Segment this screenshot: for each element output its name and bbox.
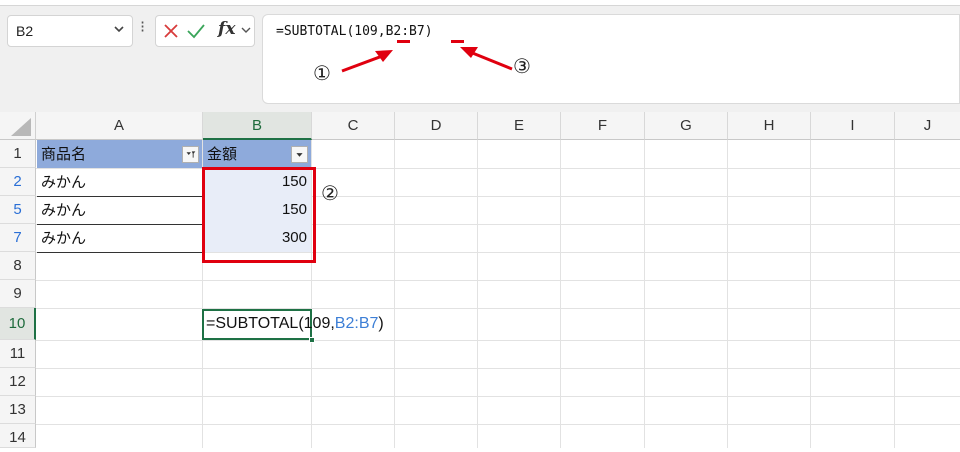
enter-checkmark-icon[interactable] [186,22,206,40]
gridline [810,140,811,448]
cancel-icon[interactable] [162,22,180,40]
name-box-value: B2 [16,23,34,39]
column-header-e[interactable]: E [478,112,561,140]
gridline [36,396,960,397]
table-header-label: 金額 [207,145,238,163]
row-header-5[interactable]: 5 [0,196,36,224]
table-header-label: 商品名 [41,145,87,163]
column-header-d[interactable]: D [395,112,478,140]
row-header-14[interactable]: 14 [0,424,36,448]
gridline [477,140,478,448]
row-header-7[interactable]: 7 [0,224,36,252]
gridline [560,140,561,448]
table-row-divider [37,252,202,253]
table-cell-product[interactable]: みかん [37,168,202,196]
table-row-divider [37,224,202,225]
row-header-11[interactable]: 11 [0,340,36,368]
gridline [36,424,960,425]
chevron-down-icon[interactable] [240,24,252,36]
formula-input[interactable]: =SUBTOTAL(109,B2:B7) [262,14,960,104]
edit-close: ) [378,315,384,332]
formula-bar-area: B2 ⁝ fx =SUBTOTAL(109,B2:B7) [0,0,960,112]
edit-range-ref: B2:B7 [334,315,379,332]
formula-text: =SUBTOTAL(109,B2:B7) [276,24,433,39]
column-header-j[interactable]: J [895,112,960,140]
more-options-icon[interactable]: ⁝ [140,17,145,36]
name-box[interactable]: B2 [7,15,133,47]
gridline [36,368,960,369]
row-header-2[interactable]: 2 [0,168,36,196]
filter-applied-icon[interactable] [182,146,199,163]
column-header-f[interactable]: F [561,112,645,140]
select-all-button[interactable] [0,112,36,140]
fill-handle[interactable] [309,337,315,343]
column-header-c[interactable]: C [312,112,395,140]
gridline [894,140,895,448]
table-cell-product[interactable]: みかん [37,196,202,224]
row-header-9[interactable]: 9 [0,280,36,308]
column-header-i[interactable]: I [811,112,895,140]
cell-edit-text[interactable]: =SUBTOTAL(109,B2:B7) [206,312,384,336]
column-header-a[interactable]: A [36,112,203,140]
table-cell-product[interactable]: みかん [37,224,202,252]
gridline [36,340,960,341]
formula-bar-buttons: fx [155,15,255,47]
edit-arg: 109, [303,315,335,332]
highlight-box [202,167,316,263]
row-header-12[interactable]: 12 [0,368,36,396]
gridline [727,140,728,448]
filter-dropdown-icon[interactable] [291,146,308,163]
ribbon-edge [0,0,960,6]
annotation-callout-1: ① [313,61,331,85]
chevron-down-icon[interactable] [112,22,126,36]
table-row-divider [37,196,202,197]
worksheet-grid[interactable]: A B C D E F G H I J 1 2 5 7 8 9 10 11 12… [0,112,960,448]
table-header-amount[interactable]: 金額 [203,140,311,168]
select-all-triangle-icon [11,118,31,136]
row-header-10[interactable]: 10 [0,308,36,340]
annotation-callout-3: ③ [513,54,531,78]
gridline [36,280,960,281]
insert-function-button[interactable]: fx [218,19,235,39]
row-header-8[interactable]: 8 [0,252,36,280]
gridline [36,308,960,309]
row-header-1[interactable]: 1 [0,140,36,168]
table-header-product[interactable]: 商品名 [37,140,202,168]
column-header-g[interactable]: G [645,112,728,140]
column-header-h[interactable]: H [728,112,811,140]
row-header-13[interactable]: 13 [0,396,36,424]
annotation-callout-2: ② [321,181,339,205]
edit-func: =SUBTOTAL( [206,315,304,332]
gridline [394,140,395,448]
gridline [644,140,645,448]
column-header-b[interactable]: B [203,112,312,140]
